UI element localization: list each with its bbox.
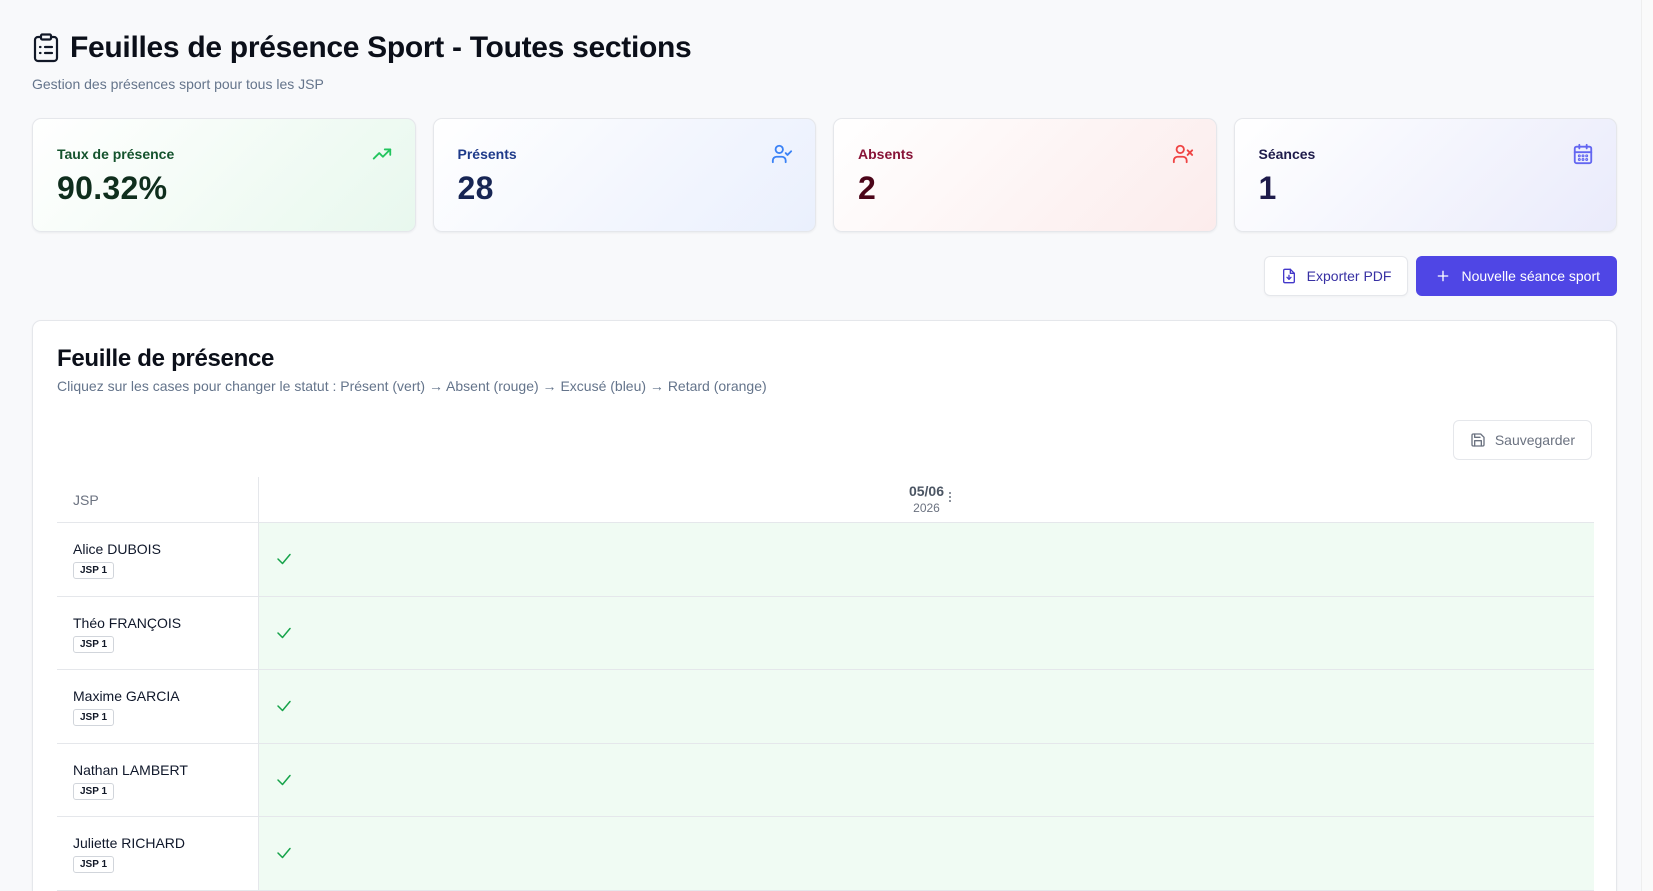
check-icon: [277, 627, 291, 638]
toolbar-actions: Exporter PDF Nouvelle séance sport: [1263, 256, 1617, 296]
group-badge: JSP 1: [73, 635, 115, 653]
user-check-icon: [771, 144, 793, 164]
sheet-title: Feuille de présence: [57, 345, 275, 372]
session-date: 05/06: [908, 483, 945, 499]
check-icon: [277, 701, 291, 712]
student-cell: Nathan LAMBERT JSP 1: [57, 743, 259, 816]
check-icon: [277, 848, 291, 859]
save-button[interactable]: Sauvegarder: [1452, 420, 1592, 460]
new-session-button[interactable]: Nouvelle séance sport: [1416, 256, 1617, 296]
save-icon: [1471, 433, 1485, 447]
sheet-instructions: Cliquez sur les cases pour changer le st…: [57, 378, 767, 394]
student-cell: Juliette RICHARD JSP 1: [57, 817, 259, 890]
attendance-table: JSP 05/06 2026 Alice DUBOIS JSP 1 Théo F…: [57, 477, 1594, 891]
calendar-icon: [1573, 143, 1593, 165]
stat-value: 28: [457, 170, 494, 206]
stat-value: 2: [858, 170, 877, 206]
attendance-status-cell[interactable]: [259, 523, 1594, 596]
stat-label: Présents: [457, 146, 517, 162]
more-options-icon[interactable]: [945, 489, 955, 505]
student-name: Alice DUBOIS: [73, 541, 161, 557]
group-badge: JSP 1: [73, 782, 115, 800]
table-row: Maxime GARCIA JSP 1: [57, 670, 1594, 744]
clipboard-list-icon: [32, 32, 60, 64]
attendance-status-cell[interactable]: [259, 596, 1594, 669]
stat-label: Absents: [858, 146, 914, 162]
stat-label: Séances: [1258, 146, 1316, 162]
student-name: Nathan LAMBERT: [73, 761, 188, 778]
stat-cards: Taux de présence 90.32% Présents 28 Abse…: [32, 118, 1617, 232]
stat-card-present: Présents 28: [432, 118, 816, 232]
table-row: Nathan LAMBERT JSP 1: [57, 743, 1594, 817]
attendance-status-cell[interactable]: [259, 670, 1594, 743]
page-scrollbar[interactable]: [1641, 0, 1653, 891]
table-row: Théo FRANÇOIS JSP 1: [57, 596, 1594, 670]
student-cell: Théo FRANÇOIS JSP 1: [57, 596, 259, 669]
plus-icon: [1438, 270, 1449, 282]
student-name: Maxime GARCIA: [73, 688, 180, 704]
check-icon: [277, 774, 291, 785]
stat-card-absent: Absents 2: [833, 118, 1217, 232]
export-pdf-button[interactable]: Exporter PDF: [1263, 256, 1409, 296]
stat-card-attendance-rate: Taux de présence 90.32%: [32, 118, 416, 232]
page-header: Feuilles de présence Sport - Toutes sect…: [32, 31, 692, 65]
table-row: Juliette RICHARD JSP 1: [57, 817, 1594, 891]
trending-up-icon: [372, 148, 391, 160]
save-label: Sauvegarder: [1494, 432, 1575, 448]
group-badge: JSP 1: [73, 856, 115, 873]
export-pdf-label: Exporter PDF: [1306, 268, 1392, 284]
attendance-status-cell[interactable]: [259, 817, 1594, 890]
student-name: Théo FRANÇOIS: [73, 614, 182, 631]
stat-card-sessions: Séances 1: [1233, 118, 1617, 232]
student-name: Juliette RICHARD: [73, 835, 186, 851]
check-icon: [277, 554, 291, 565]
table-row: Alice DUBOIS JSP 1: [57, 523, 1594, 597]
student-cell: Maxime GARCIA JSP 1: [57, 670, 259, 743]
column-header-jsp: JSP: [57, 477, 259, 522]
table-header: JSP 05/06 2026: [57, 477, 1594, 523]
attendance-sheet-panel: Feuille de présence Cliquez sur les case…: [32, 320, 1617, 891]
stat-value: 90.32%: [57, 170, 168, 206]
column-header-date: 05/06 2026: [259, 477, 1594, 522]
file-download-icon: [1282, 268, 1295, 284]
stat-label: Taux de présence: [57, 146, 175, 162]
group-badge: JSP 1: [73, 562, 115, 579]
student-cell: Alice DUBOIS JSP 1: [57, 523, 259, 596]
session-year: 2026: [913, 501, 940, 515]
user-x-icon: [1172, 144, 1193, 164]
group-badge: JSP 1: [73, 709, 115, 726]
stat-value: 1: [1258, 170, 1277, 206]
page-title: Feuilles de présence Sport - Toutes sect…: [70, 31, 692, 64]
page-subtitle: Gestion des présences sport pour tous le…: [32, 76, 324, 92]
new-session-label: Nouvelle séance sport: [1461, 268, 1600, 284]
attendance-status-cell[interactable]: [259, 743, 1594, 816]
